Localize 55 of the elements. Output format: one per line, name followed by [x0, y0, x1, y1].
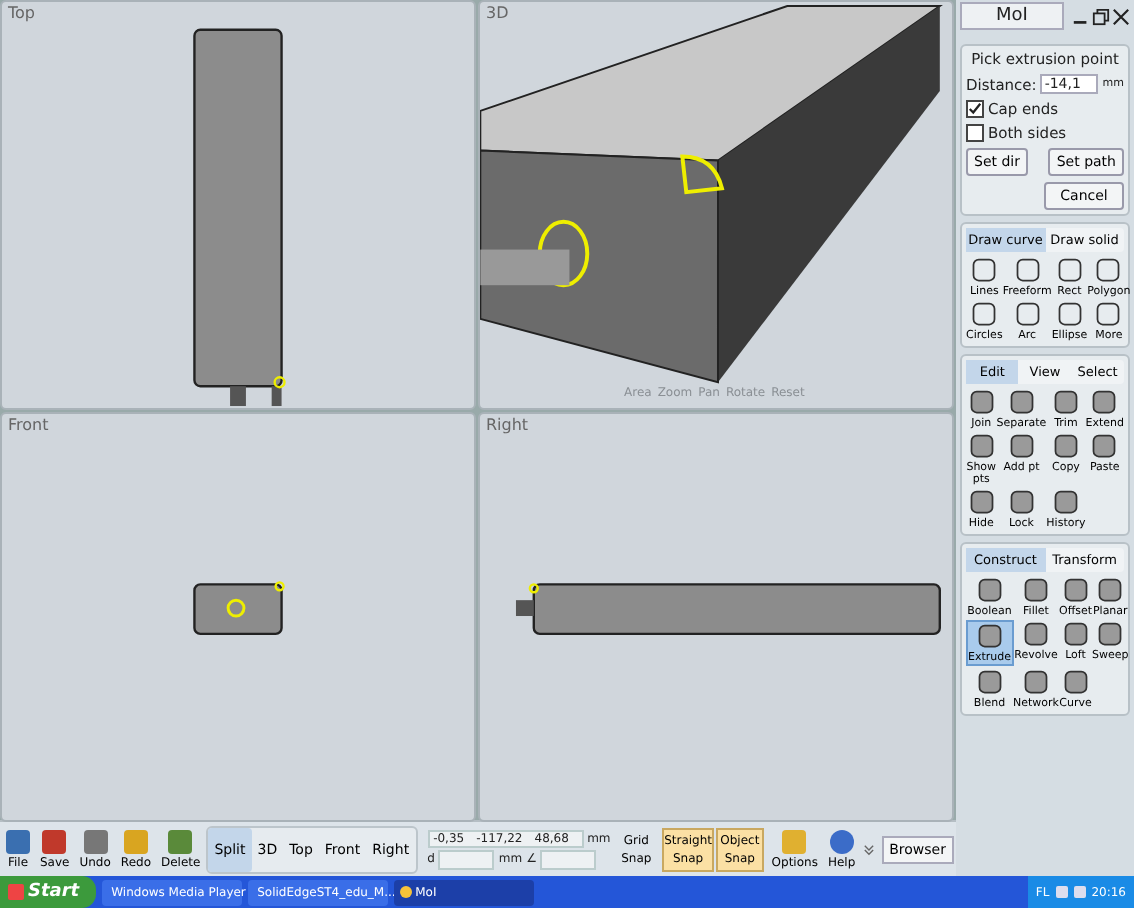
tool-icon [1022, 620, 1050, 648]
tool-icon [970, 300, 999, 328]
distance-field[interactable] [438, 849, 495, 869]
tool-icon [967, 432, 996, 460]
tool-icon [1061, 576, 1090, 604]
close-icon[interactable] [1112, 7, 1130, 25]
tool-icon [1013, 256, 1042, 284]
app-title: MoI [960, 2, 1064, 30]
tool-icon [1061, 668, 1090, 696]
checkbox[interactable] [966, 100, 984, 118]
checkbox[interactable] [966, 124, 984, 142]
tool-icon [975, 622, 1004, 650]
viewport[interactable]: Front [0, 412, 476, 822]
help-icon [829, 829, 854, 853]
tool-icon [1051, 388, 1080, 416]
angle-field[interactable] [540, 849, 597, 869]
toolbar-icon [123, 829, 148, 853]
viewport-label: Front [8, 416, 49, 434]
toolbar-icon [83, 829, 108, 853]
toolbar-icon [6, 829, 30, 853]
tool-icon [975, 576, 1004, 604]
tool-icon [1013, 300, 1042, 328]
tool-icon [1022, 576, 1050, 604]
tool-icon [1051, 432, 1080, 460]
tool-icon [967, 388, 996, 416]
tool-icon [1061, 620, 1090, 648]
options-icon [782, 829, 807, 853]
tool-icon [1055, 300, 1084, 328]
tool-icon [1094, 300, 1123, 328]
tool-icon [1090, 388, 1119, 416]
tool-icon [1022, 668, 1050, 696]
tool-icon [1007, 432, 1036, 460]
tool-icon [1094, 256, 1123, 284]
chevron-icon[interactable] [861, 841, 876, 857]
start-button[interactable]: Start [0, 876, 96, 908]
toolbar-icon [42, 829, 67, 853]
viewport-label: Right [486, 416, 529, 434]
tool-icon [1007, 388, 1036, 416]
box-model-drawing [193, 581, 285, 636]
tool-icon [967, 488, 996, 516]
tool-icon [1055, 256, 1084, 284]
viewport[interactable]: Right [478, 412, 954, 822]
viewport-label: Top [8, 4, 35, 22]
tool-icon [1090, 432, 1119, 460]
viewport[interactable]: Top [0, 0, 476, 410]
viewport-label: 3D [486, 4, 509, 22]
tool-icon [1007, 488, 1036, 516]
tool-icon [1051, 488, 1080, 516]
tool-icon [975, 668, 1004, 696]
tool-icon [1096, 576, 1125, 604]
app-icon [399, 886, 412, 898]
tool-icon [1096, 620, 1125, 648]
toolbar-icon [168, 829, 193, 853]
maximize-icon[interactable] [1092, 7, 1110, 25]
tool-icon [970, 256, 999, 284]
